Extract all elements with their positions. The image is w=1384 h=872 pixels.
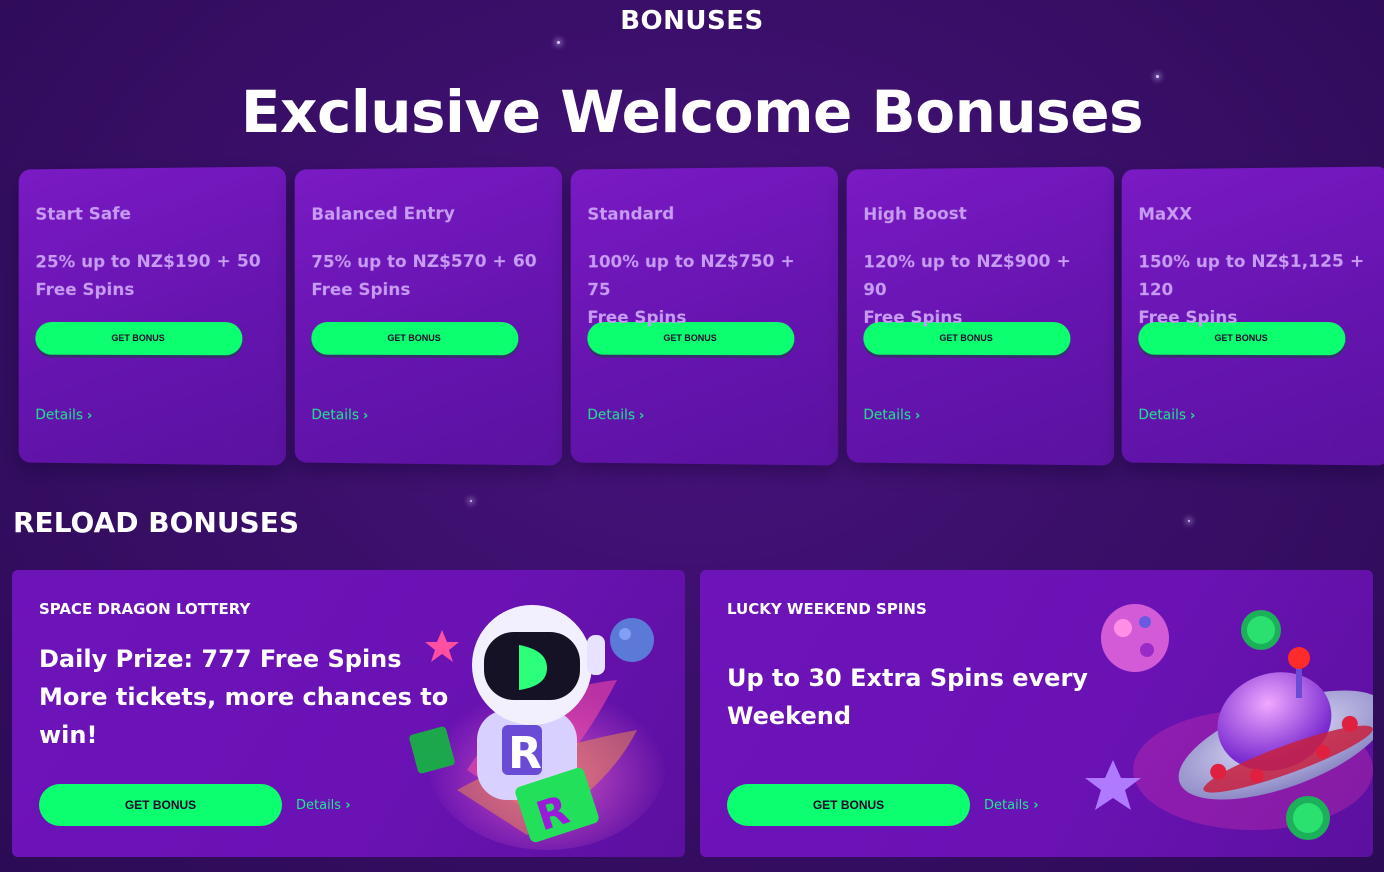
bonus-name: Balanced Entry — [311, 203, 455, 225]
bonus-offer-line: 25% up to NZ$190 + 50 — [35, 251, 261, 273]
bonus-description-line: Up to 30 Extra Spins every — [727, 664, 1088, 692]
astronaut-robot-illustration: R R — [409, 605, 667, 850]
bonus-name: High Boost — [863, 204, 967, 225]
bonus-kicker: LUCKY WEEKEND SPINS — [727, 600, 927, 618]
bonus-description-line: Weekend — [727, 702, 852, 730]
bonus-offer: 25% up to NZ$190 + 50 Free Spins — [35, 247, 269, 318]
get-bonus-button[interactable]: GET BONUS — [39, 784, 282, 826]
welcome-bonus-card: Start Safe 25% up to NZ$190 + 50 Free Sp… — [18, 166, 287, 466]
details-link[interactable]: Details › — [35, 407, 92, 423]
star-decoration — [557, 41, 560, 44]
svg-text:R: R — [508, 728, 542, 779]
get-bonus-button[interactable]: GET BONUS — [311, 321, 519, 356]
bonus-description-line: Daily Prize: 777 Free Spins — [39, 645, 402, 673]
star-decoration — [470, 500, 472, 502]
bonus-offer-line: 75% up to NZ$570 + 60 — [311, 251, 537, 273]
details-label: Details — [984, 798, 1030, 813]
details-link[interactable]: Details › — [587, 407, 644, 423]
bonus-offer: 100% up to NZ$750 + 75 Free Spins — [587, 247, 821, 328]
chevron-right-icon: › — [345, 798, 351, 813]
bonus-offer: 150% up to NZ$1,125 + 120 Free Spins — [1138, 247, 1372, 328]
details-label: Details — [311, 407, 360, 424]
welcome-bonus-card: High Boost 120% up to NZ$900 + 90 Free S… — [846, 166, 1115, 466]
bonus-kicker: SPACE DRAGON LOTTERY — [39, 600, 251, 618]
reload-bonus-card: LUCKY WEEKEND SPINS Up to 30 Extra Spins… — [700, 570, 1373, 857]
details-label: Details — [35, 407, 84, 424]
details-label: Details — [296, 798, 342, 813]
chevron-right-icon: › — [915, 408, 921, 424]
section-label: BONUSES — [620, 6, 764, 36]
bonus-name: Standard — [587, 204, 675, 225]
star-decoration — [1188, 520, 1190, 522]
details-link[interactable]: Details › — [1138, 407, 1195, 423]
details-link[interactable]: Details › — [296, 798, 351, 813]
details-link[interactable]: Details › — [311, 407, 368, 423]
welcome-bonus-list: Start Safe 25% up to NZ$190 + 50 Free Sp… — [17, 166, 1384, 468]
page-title: Exclusive Welcome Bonuses — [240, 78, 1144, 146]
bonus-description-line: win! — [39, 721, 98, 749]
bonus-description: Up to 30 Extra Spins every Weekend — [727, 659, 1088, 735]
bonus-offer-line: Free Spins — [311, 280, 411, 301]
chevron-right-icon: › — [639, 408, 645, 424]
chevron-right-icon: › — [1190, 408, 1196, 424]
bonus-offer-line: 150% up to NZ$1,125 + 120 — [1138, 251, 1365, 301]
bonus-description-line: More tickets, more chances to — [39, 683, 449, 711]
bonus-name: Start Safe — [35, 204, 132, 225]
chevron-right-icon: › — [87, 408, 93, 424]
bonus-offer: 75% up to NZ$570 + 60 Free Spins — [311, 247, 545, 318]
bonus-name: MaXX — [1138, 204, 1193, 225]
bonus-offer-line: 120% up to NZ$900 + 90 — [863, 251, 1071, 301]
get-bonus-button[interactable]: GET BONUS — [727, 784, 970, 826]
welcome-bonus-card: MaXX 150% up to NZ$1,125 + 120 Free Spin… — [1121, 166, 1384, 466]
bonus-description: Daily Prize: 777 Free Spins More tickets… — [39, 640, 448, 754]
details-label: Details — [1138, 407, 1187, 424]
ufo-planet-illustration — [1085, 604, 1373, 840]
bonus-offer: 120% up to NZ$900 + 90 Free Spins — [863, 247, 1097, 328]
welcome-bonus-card: Balanced Entry 75% up to NZ$570 + 60 Fre… — [294, 166, 563, 466]
chevron-right-icon: › — [1033, 798, 1039, 813]
get-bonus-button[interactable]: GET BONUS — [35, 321, 243, 356]
details-link[interactable]: Details › — [863, 407, 920, 423]
chevron-right-icon: › — [363, 408, 369, 424]
welcome-bonus-card: Standard 100% up to NZ$750 + 75 Free Spi… — [570, 166, 839, 466]
bonus-offer-line: Free Spins — [35, 280, 135, 301]
reload-section-title: RELOAD BONUSES — [13, 506, 300, 539]
details-link[interactable]: Details › — [984, 798, 1039, 813]
bonus-offer-line: 100% up to NZ$750 + 75 — [587, 251, 795, 301]
details-label: Details — [863, 407, 912, 424]
details-label: Details — [587, 407, 636, 424]
reload-bonus-card: SPACE DRAGON LOTTERY Daily Prize: 777 Fr… — [12, 570, 685, 857]
